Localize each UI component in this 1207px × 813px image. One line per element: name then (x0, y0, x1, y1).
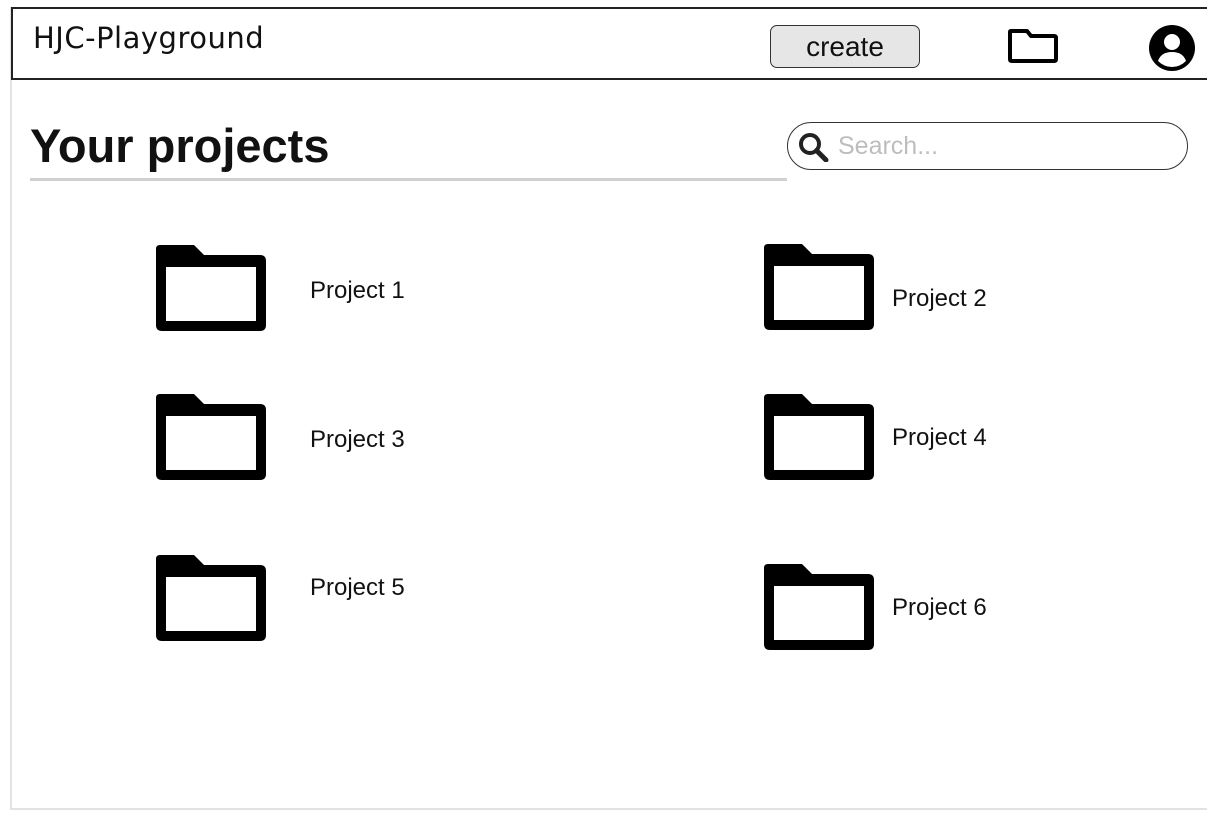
page-title: Your projects (30, 119, 330, 172)
header-bar: HJC-Playground create (11, 7, 1207, 80)
project-item-3[interactable]: Project 3 (154, 392, 424, 482)
project-label: Project 1 (310, 277, 405, 304)
app-title: HJC-Playground (33, 21, 265, 55)
project-item-5[interactable]: Project 5 (154, 553, 424, 643)
project-label: Project 5 (310, 574, 405, 601)
folder-icon (156, 245, 266, 331)
folder-icon (156, 394, 266, 480)
title-underline (30, 178, 787, 181)
search-box[interactable] (787, 122, 1188, 170)
create-button[interactable]: create (770, 25, 920, 68)
folder-icon (764, 564, 874, 650)
search-icon (798, 132, 830, 163)
project-item-4[interactable]: Project 4 (762, 392, 1012, 482)
folder-icon (764, 244, 874, 330)
project-item-2[interactable]: Project 2 (762, 242, 1012, 332)
project-item-6[interactable]: Project 6 (762, 562, 1012, 652)
folder-icon[interactable] (1008, 29, 1058, 63)
project-label: Project 3 (310, 426, 405, 453)
project-label: Project 2 (892, 285, 987, 312)
user-circle-icon[interactable] (1147, 23, 1197, 73)
project-label: Project 6 (892, 594, 987, 621)
folder-icon (764, 394, 874, 480)
project-item-1[interactable]: Project 1 (154, 243, 424, 333)
project-label: Project 4 (892, 424, 987, 451)
search-input[interactable] (838, 131, 1173, 161)
folder-icon (156, 555, 266, 641)
